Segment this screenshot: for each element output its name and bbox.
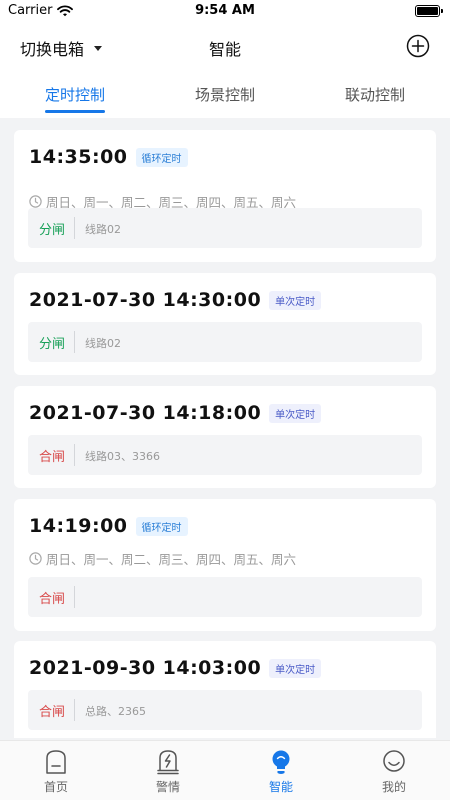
battery-icon [415,5,443,17]
bulb-icon [272,750,290,774]
action-bar: 合闸 线路03、3366 [28,435,422,475]
divider [74,331,75,353]
action-label: 分闸 [39,337,66,352]
circuit-lines: 总路、2365 [85,705,146,718]
schedule-type-tag: 单次定时 [269,658,322,678]
action-label: 分闸 [39,223,66,238]
schedule-time: 14:35:00 [29,146,128,168]
tab-linkage-control[interactable]: 联动控制 [300,84,450,105]
navbar: 切换电箱 智能 [0,24,450,70]
tabbar-label: 警情 [155,780,180,794]
circuit-lines: 线路02 [85,223,121,236]
profile-icon [383,750,405,772]
action-label: 合闸 [39,592,66,607]
tabbar-item-home[interactable]: 首页 [0,741,112,800]
repeat-days: 周日、周一、周二、周三、周四、周五、周六 [46,552,297,567]
schedule-time-row: 14:35:00 循环定时 [29,146,188,168]
caret-down-icon [94,45,103,51]
switch-box-label: 切换电箱 [20,40,85,59]
divider [74,217,75,239]
status-bar: Carrier 9:54 AM [0,0,450,24]
action-label: 合闸 [39,450,66,465]
schedule-time-row: 2021-09-30 14:03:00 单次定时 [29,657,322,679]
tabbar-item-alarm[interactable]: 警情 [112,741,224,800]
clock-icon [29,195,42,208]
schedule-time: 2021-09-30 14:03:00 [29,657,262,679]
schedule-time: 2021-07-30 14:30:00 [29,289,262,311]
tabbar-label: 智能 [268,780,293,794]
schedule-time-row: 14:19:00 循环定时 [29,515,188,537]
add-circle-icon[interactable] [406,34,430,58]
tabbar-label: 首页 [43,780,68,794]
schedule-card[interactable]: 14:19:00 循环定时 周日、周一、周二、周三、周四、周五、周六 合闸 [14,499,436,631]
schedule-type-tag: 单次定时 [269,290,322,310]
schedule-type-tag: 单次定时 [269,403,322,423]
schedule-time-row: 2021-07-30 14:30:00 单次定时 [29,289,322,311]
schedule-card[interactable]: 2021-07-30 14:30:00 单次定时 分闸 线路02 [14,273,436,375]
tabbar-label: 我的 [381,780,406,794]
home-icon [46,750,66,774]
circuit-lines: 线路03、3366 [85,450,160,463]
clock-icon [29,552,42,565]
divider [74,699,75,721]
action-label: 合闸 [39,705,66,720]
status-time: 9:54 AM [195,3,255,18]
tab-timer-control[interactable]: 定时控制 [0,84,150,105]
schedule-time: 2021-07-30 14:18:00 [29,402,262,424]
schedule-time-row: 2021-07-30 14:18:00 单次定时 [29,402,322,424]
schedule-card[interactable]: 2021-09-30 14:03:00 单次定时 合闸 总路、2365 [14,641,436,738]
tabbar-item-smart[interactable]: 智能 [225,741,337,800]
action-bar: 合闸 [28,577,422,617]
action-bar: 分闸 线路02 [28,208,422,248]
action-bar: 分闸 线路02 [28,322,422,362]
schedule-card[interactable]: 2021-07-30 14:18:00 单次定时 合闸 线路03、3366 [14,386,436,488]
action-bar: 合闸 总路、2365 [28,690,422,730]
bottom-tab-bar: 首页 警情 智能 我的 [0,740,450,800]
switch-box-dropdown[interactable]: 切换电箱 [20,36,103,60]
schedule-type-tag: 循环定时 [135,147,188,167]
alarm-icon [157,750,179,775]
divider [74,586,75,608]
schedule-time: 14:19:00 [29,515,128,537]
tabbar-item-profile[interactable]: 我的 [338,741,450,800]
schedule-card[interactable]: 14:35:00 循环定时 周日、周一、周二、周三、周四、周五、周六 分闸 线路… [14,130,436,262]
schedule-type-tag: 循环定时 [135,516,188,536]
active-tab-indicator [45,110,105,113]
tab-scene-control[interactable]: 场景控制 [150,84,300,105]
repeat-days-row: 周日、周一、周二、周三、周四、周五、周六 [29,549,296,568]
schedule-list[interactable]: 14:35:00 循环定时 周日、周一、周二、周三、周四、周五、周六 分闸 线路… [0,118,450,738]
control-tabs: 定时控制 场景控制 联动控制 [0,80,450,118]
circuit-lines: 线路02 [85,337,121,350]
header: Carrier 9:54 AM 切换电箱 智能 定时控制 场景控制 联动控制 [0,0,450,118]
divider [74,444,75,466]
